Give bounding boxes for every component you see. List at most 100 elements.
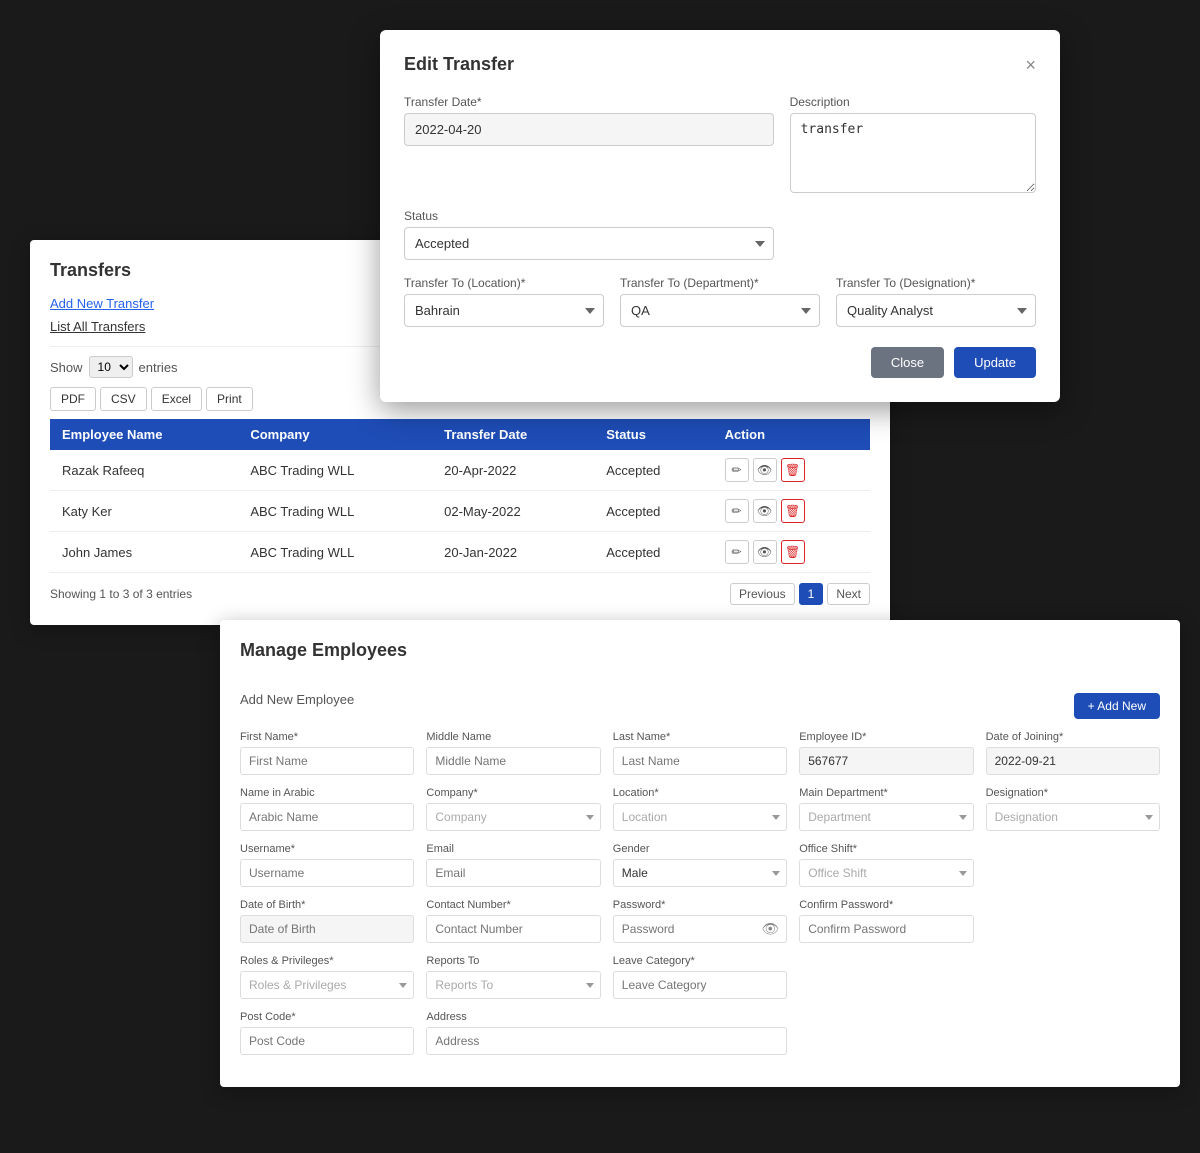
eye-icon[interactable]: 👁 xyxy=(761,921,779,938)
status-group: Status Accepted Pending Rejected xyxy=(404,209,774,260)
delete-button[interactable]: 🗑 xyxy=(781,540,805,564)
office-shift-group: Office Shift* Office Shift xyxy=(799,843,973,887)
update-button[interactable]: Update xyxy=(954,347,1036,378)
csv-button[interactable]: CSV xyxy=(100,387,147,411)
employees-header: Manage Employees xyxy=(240,640,1160,676)
office-shift-select[interactable]: Office Shift xyxy=(799,859,973,887)
department-label: Transfer To (Department)* xyxy=(620,276,820,290)
entries-select[interactable]: 10 25 50 xyxy=(89,356,133,378)
edit-button[interactable]: ✏ xyxy=(725,540,749,564)
office-shift-label: Office Shift* xyxy=(799,843,973,855)
edit-button[interactable]: ✏ xyxy=(725,458,749,482)
table-row: Razak Rafeeq ABC Trading WLL 20-Apr-2022… xyxy=(50,450,870,491)
transfer-date-input[interactable] xyxy=(404,113,774,146)
company-cell: ABC Trading WLL xyxy=(238,450,432,491)
close-button[interactable]: Close xyxy=(871,347,944,378)
previous-page-button[interactable]: Previous xyxy=(730,583,795,605)
address-input[interactable] xyxy=(426,1027,787,1055)
action-cell: ✏ 👁 🗑 xyxy=(713,450,870,491)
employee-id-group: Employee ID* xyxy=(799,731,973,775)
location-emp-select[interactable]: Location xyxy=(613,803,787,831)
middle-name-input[interactable] xyxy=(426,747,600,775)
contact-input[interactable] xyxy=(426,915,600,943)
employee-name-cell: Razak Rafeeq xyxy=(50,450,238,491)
employee-form-row-2: Name in Arabic Company* Company Location… xyxy=(240,787,1160,831)
confirm-password-input[interactable] xyxy=(799,915,973,943)
department-select[interactable]: QA xyxy=(620,294,820,327)
show-entries: Show 10 25 50 entries xyxy=(50,356,178,378)
modal-close-icon[interactable]: × xyxy=(1025,56,1036,74)
excel-button[interactable]: Excel xyxy=(151,387,202,411)
confirm-password-group: Confirm Password* xyxy=(799,899,973,943)
first-name-input[interactable] xyxy=(240,747,414,775)
empty-group-5 xyxy=(799,1011,973,1055)
name-arabic-group: Name in Arabic xyxy=(240,787,414,831)
company-select[interactable]: Company xyxy=(426,803,600,831)
last-name-input[interactable] xyxy=(613,747,787,775)
add-new-employee-button[interactable]: + Add New xyxy=(1074,693,1160,719)
designation-emp-select[interactable]: Designation xyxy=(986,803,1160,831)
view-button[interactable]: 👁 xyxy=(753,499,777,523)
designation-label: Transfer To (Designation)* xyxy=(836,276,1036,290)
empty-group xyxy=(986,843,1160,887)
view-button[interactable]: 👁 xyxy=(753,458,777,482)
date-cell: 02-May-2022 xyxy=(432,491,594,532)
employees-title: Manage Employees xyxy=(240,640,407,661)
first-name-group: First Name* xyxy=(240,731,414,775)
username-group: Username* xyxy=(240,843,414,887)
designation-select[interactable]: Quality Analyst xyxy=(836,294,1036,327)
post-code-input[interactable] xyxy=(240,1027,414,1055)
location-select[interactable]: Bahrain xyxy=(404,294,604,327)
delete-button[interactable]: 🗑 xyxy=(781,458,805,482)
gender-select[interactable]: Male Female xyxy=(613,859,787,887)
view-button[interactable]: 👁 xyxy=(753,540,777,564)
empty-group-3 xyxy=(799,955,973,999)
description-group: Description transfer xyxy=(790,95,1036,193)
empty-group-4 xyxy=(986,955,1160,999)
placeholder-group xyxy=(790,209,1036,260)
last-name-group: Last Name* xyxy=(613,731,787,775)
roles-select[interactable]: Roles & Privileges xyxy=(240,971,414,999)
name-arabic-label: Name in Arabic xyxy=(240,787,414,799)
table-row: Katy Ker ABC Trading WLL 02-May-2022 Acc… xyxy=(50,491,870,532)
empty-group-6 xyxy=(986,1011,1160,1055)
location-group: Transfer To (Location)* Bahrain xyxy=(404,276,604,327)
middle-name-label: Middle Name xyxy=(426,731,600,743)
pdf-button[interactable]: PDF xyxy=(50,387,96,411)
confirm-password-label: Confirm Password* xyxy=(799,899,973,911)
action-cell: ✏ 👁 🗑 xyxy=(713,532,870,573)
employee-form-row-3: Username* Email Gender Male Female Offic… xyxy=(240,843,1160,887)
company-group: Company* Company xyxy=(426,787,600,831)
post-code-group: Post Code* xyxy=(240,1011,414,1055)
reports-to-select[interactable]: Reports To xyxy=(426,971,600,999)
delete-button[interactable]: 🗑 xyxy=(781,499,805,523)
date-of-joining-input[interactable] xyxy=(986,747,1160,775)
username-input[interactable] xyxy=(240,859,414,887)
date-cell: 20-Jan-2022 xyxy=(432,532,594,573)
transfer-date-group: Transfer Date* xyxy=(404,95,774,193)
status-select[interactable]: Accepted Pending Rejected xyxy=(404,227,774,260)
add-new-section-label: Add New Employee xyxy=(240,692,354,707)
page-1-button[interactable]: 1 xyxy=(799,583,824,605)
description-textarea[interactable]: transfer xyxy=(790,113,1036,193)
name-arabic-input[interactable] xyxy=(240,803,414,831)
main-department-select[interactable]: Department xyxy=(799,803,973,831)
contact-label: Contact Number* xyxy=(426,899,600,911)
empty-group-2 xyxy=(986,899,1160,943)
email-label: Email xyxy=(426,843,600,855)
employee-form-row-6: Post Code* Address xyxy=(240,1011,1160,1055)
status-label: Status xyxy=(404,209,774,223)
print-button[interactable]: Print xyxy=(206,387,253,411)
dob-input[interactable] xyxy=(240,915,414,943)
status-cell: Accepted xyxy=(594,450,712,491)
edit-button[interactable]: ✏ xyxy=(725,499,749,523)
email-input[interactable] xyxy=(426,859,600,887)
modal-footer: Close Update xyxy=(404,347,1036,378)
date-cell: 20-Apr-2022 xyxy=(432,450,594,491)
address-label: Address xyxy=(426,1011,787,1023)
leave-category-label: Leave Category* xyxy=(613,955,787,967)
transfers-table: Employee Name Company Transfer Date Stat… xyxy=(50,419,870,573)
leave-category-input[interactable] xyxy=(613,971,787,999)
next-page-button[interactable]: Next xyxy=(827,583,870,605)
employee-id-input[interactable] xyxy=(799,747,973,775)
